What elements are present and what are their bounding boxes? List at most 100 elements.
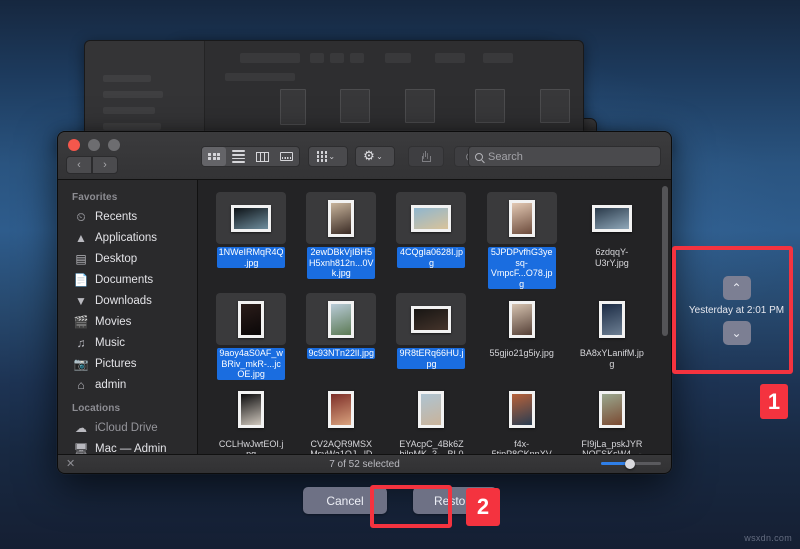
sidebar-item-recents[interactable]: ⏲ Recents — [58, 206, 197, 227]
file-grid-area[interactable]: 1NWeIRMqR4Q.jpg 2ewDBkVjIBH5H5xnh812n...0… — [198, 180, 671, 454]
cancel-button[interactable]: Cancel — [303, 487, 387, 514]
file-item[interactable]: 9aoy4aS0AF_wBRiv_mkR-...jcOE.jpg — [206, 289, 296, 380]
sidebar-item-label: Recents — [95, 211, 137, 223]
close-icon[interactable]: ✕ — [66, 458, 75, 470]
close-button[interactable] — [68, 139, 80, 151]
file-item[interactable]: f4x-5tjpP8CKnnXVm7hwF...f9Tdl.jpg — [477, 380, 567, 455]
file-item[interactable]: CCLHwJwtEOI.jpg — [206, 380, 296, 455]
photo-thumbnail-icon — [509, 391, 535, 428]
finder-window[interactable]: ‹ › ⌄ — [57, 131, 672, 474]
file-item[interactable]: 1NWeIRMqR4Q.jpg — [206, 188, 296, 289]
arrange-by-button[interactable]: ⌄ — [308, 146, 348, 167]
forward-button[interactable]: › — [92, 156, 118, 174]
file-item[interactable]: 9c93NTn22lI.jpg — [296, 289, 386, 380]
file-thumbnail-container — [396, 384, 466, 436]
list-view-button[interactable] — [226, 147, 250, 166]
documents-icon: 📄 — [74, 273, 88, 287]
photo-thumbnail-icon — [328, 391, 354, 428]
file-item[interactable]: BA8xYLanifM.jpg — [567, 289, 657, 380]
watermark: wsxdn.com — [744, 533, 792, 543]
sidebar-item-label: Mac — Admin — [95, 443, 167, 455]
search-placeholder: Search — [488, 151, 523, 163]
back-button[interactable]: ‹ — [66, 156, 92, 174]
annotation-badge-2: 2 — [466, 488, 500, 526]
photo-thumbnail-icon — [599, 391, 625, 428]
photo-thumbnail-icon — [418, 391, 444, 428]
cloud-icon: ☁ — [74, 421, 88, 435]
photo-thumbnail-icon — [238, 391, 264, 428]
sidebar-item-label: Pictures — [95, 358, 137, 370]
clock-icon: ⏲ — [74, 210, 88, 224]
minimize-button[interactable] — [88, 139, 100, 151]
sidebar-item-desktop[interactable]: ▤ Desktop — [58, 248, 197, 269]
timeline-date-label: Yesterday at 2:01 PM — [689, 305, 784, 316]
file-item[interactable]: 55gjio21g5iy.jpg — [477, 289, 567, 380]
file-name-label: 9R8tERq66HU.jpg — [397, 348, 465, 369]
sidebar-item-downloads[interactable]: ▼ Downloads — [58, 290, 197, 311]
photo-thumbnail-icon — [599, 301, 625, 338]
icon-view-button[interactable] — [202, 147, 226, 166]
file-name-label: BA8xYLanifM.jpg — [578, 348, 646, 369]
file-item[interactable]: 9R8tERq66HU.jpg — [386, 289, 476, 380]
stacked-window-behind-front[interactable] — [84, 40, 584, 144]
file-item[interactable]: 2ewDBkVjIBH5H5xnh812n...0Vk.jpg — [296, 188, 386, 289]
timeline-panel[interactable]: ⌃ Yesterday at 2:01 PM ⌄ — [680, 250, 793, 370]
share-icon — [422, 151, 431, 162]
sidebar-item-label: admin — [95, 379, 126, 391]
file-name-label: CCLHwJwtEOI.jpg — [217, 439, 285, 455]
vertical-scrollbar[interactable] — [662, 186, 668, 336]
sidebar-item-music[interactable]: ♫ Music — [58, 332, 197, 353]
slider-knob[interactable] — [625, 459, 635, 469]
sidebar-item-applications[interactable]: ▲ Applications — [58, 227, 197, 248]
file-thumbnail-container — [306, 192, 376, 244]
photo-thumbnail-icon — [592, 205, 632, 232]
gallery-icon — [280, 152, 293, 161]
file-item[interactable]: 5JPDPvfhG3yesq-VmpcF...O78.jpg — [477, 188, 567, 289]
column-view-button[interactable] — [250, 147, 274, 166]
file-name-label: 5JPDPvfhG3yesq-VmpcF...O78.jpg — [488, 247, 556, 289]
timeline-previous-button[interactable]: ⌃ — [723, 276, 751, 300]
movies-icon: 🎬 — [74, 315, 88, 329]
sidebar-item-admin[interactable]: ⌂ admin — [58, 374, 197, 395]
column-icon — [256, 152, 269, 162]
search-field[interactable]: Search — [468, 146, 661, 167]
desktop-icon: ▤ — [74, 252, 88, 266]
file-thumbnail-container — [577, 293, 647, 345]
finder-body: Favorites ⏲ Recents ▲ Applications ▤ Des… — [58, 180, 671, 454]
file-item[interactable]: CV2AQR9MSXMsvWa1QJ...lDck.jpg — [296, 380, 386, 455]
photo-thumbnail-icon — [411, 306, 451, 333]
action-menu-button[interactable]: ⌄ — [355, 146, 395, 167]
grid-icon — [208, 153, 220, 161]
file-name-label: f4x-5tjpP8CKnnXVm7hwF...f9Tdl.jpg — [488, 439, 556, 455]
sidebar-item-icloud-drive[interactable]: ☁ iCloud Drive — [58, 417, 197, 438]
file-item[interactable]: FI9jLa_pskJYRNOFSKsW4...-Bo.jpg — [567, 380, 657, 455]
window-traffic-lights — [68, 139, 120, 151]
file-item[interactable]: 6zdqqY-U3rY.jpg — [567, 188, 657, 289]
photo-thumbnail-icon — [238, 301, 264, 338]
zoom-button[interactable] — [108, 139, 120, 151]
sidebar-item-mac-admin[interactable]: 🖥 Mac — Admin — [58, 438, 197, 454]
navigation-buttons: ‹ › — [66, 156, 118, 174]
sidebar-item-pictures[interactable]: 📷 Pictures — [58, 353, 197, 374]
sidebar-item-label: Documents — [95, 274, 153, 286]
applications-icon: ▲ — [74, 231, 88, 245]
file-thumbnail-container — [487, 293, 557, 345]
file-name-label: 9c93NTn22lI.jpg — [307, 348, 375, 359]
icon-size-slider[interactable] — [601, 462, 661, 465]
file-item[interactable]: EYAcpC_4Bk6ZbilnMK_3-...BL00.jpg — [386, 380, 476, 455]
sidebar-item-documents[interactable]: 📄 Documents — [58, 269, 197, 290]
share-button[interactable] — [408, 146, 444, 167]
gear-icon — [363, 151, 375, 163]
sidebar-item-movies[interactable]: 🎬 Movies — [58, 311, 197, 332]
music-icon: ♫ — [74, 336, 88, 350]
file-name-label: 2ewDBkVjIBH5H5xnh812n...0Vk.jpg — [307, 247, 375, 279]
file-item[interactable]: 4CQgIa0628I.jpg — [386, 188, 476, 289]
timeline-next-button[interactable]: ⌄ — [723, 321, 751, 345]
sidebar-item-label: Music — [95, 337, 125, 349]
gallery-view-button[interactable] — [274, 147, 298, 166]
photo-thumbnail-icon — [328, 200, 354, 237]
file-thumbnail-container — [216, 384, 286, 436]
finder-toolbar: ‹ › ⌄ — [58, 132, 671, 180]
file-name-label: FI9jLa_pskJYRNOFSKsW4...-Bo.jpg — [578, 439, 646, 455]
selection-status-text: 7 of 52 selected — [58, 459, 671, 470]
